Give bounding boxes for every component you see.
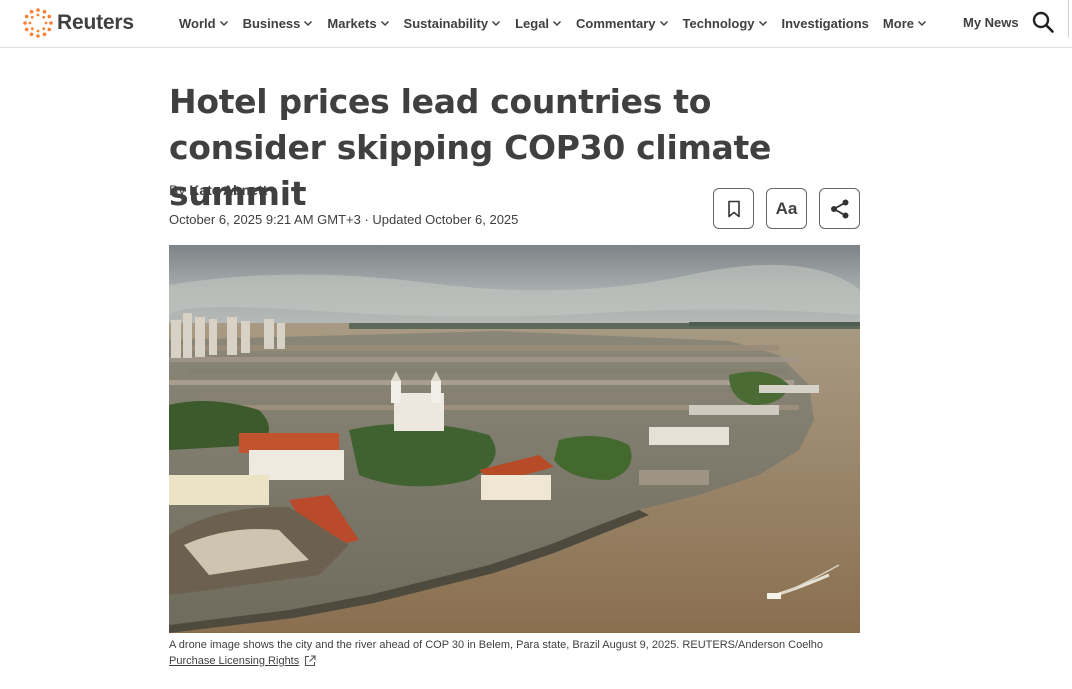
nav-world[interactable]: World (179, 16, 229, 31)
purchase-licensing-link[interactable]: Purchase Licensing Rights (169, 655, 316, 667)
nav-more[interactable]: More (883, 16, 927, 31)
nav-markets[interactable]: Markets (327, 16, 389, 31)
main-nav: World Business Markets Sustainability Le… (179, 0, 941, 46)
nav-label: Sustainability (403, 15, 489, 31)
brand-name: Reuters (57, 11, 134, 34)
site-header: Reuters World Business Markets Sustainab… (0, 0, 1072, 48)
nav-label: Markets (327, 15, 377, 31)
bookmark-icon (727, 200, 740, 217)
license-label: Purchase Licensing Rights (169, 655, 300, 667)
search-icon[interactable] (1031, 10, 1055, 34)
byline: By Kate Abnett (169, 182, 267, 198)
text-size-button[interactable]: Aa (766, 188, 807, 229)
nav-investigations[interactable]: Investigations (782, 16, 869, 31)
chevron-down-icon (380, 20, 389, 27)
header-divider (1068, 0, 1069, 38)
bookmark-button[interactable] (713, 188, 754, 229)
reuters-logo-icon (23, 8, 53, 38)
author-link[interactable]: Kate Abnett (189, 182, 267, 198)
chevron-down-icon (304, 20, 313, 27)
nav-commentary[interactable]: Commentary (576, 16, 668, 31)
article-image[interactable] (169, 245, 860, 633)
chevron-down-icon (758, 20, 767, 27)
chevron-down-icon (659, 20, 668, 27)
chevron-down-icon (219, 20, 228, 27)
dateline: October 6, 2025 9:21 AM GMT+3 · Updated … (169, 212, 519, 227)
external-link-icon (305, 655, 316, 667)
nav-label: World (179, 15, 216, 31)
byline-prefix: By (169, 182, 186, 198)
nav-label: More (882, 15, 914, 31)
nav-label: Business (242, 15, 301, 31)
nav-technology[interactable]: Technology (683, 16, 768, 31)
belem-aerial-photo (169, 245, 860, 633)
nav-label: Technology (682, 15, 755, 31)
nav-sustainability[interactable]: Sustainability (404, 16, 502, 31)
share-icon (830, 199, 848, 218)
nav-label: Legal (515, 15, 550, 31)
nav-legal[interactable]: Legal (515, 16, 562, 31)
chevron-down-icon (917, 20, 927, 27)
image-caption: A drone image shows the city and the riv… (169, 639, 824, 651)
nav-business[interactable]: Business (243, 16, 314, 31)
text-size-label: Aa (775, 198, 798, 218)
nav-label: Commentary (576, 15, 656, 31)
my-news-link[interactable]: My News (963, 15, 1019, 30)
chevron-down-icon (553, 20, 562, 27)
reuters-logo[interactable]: Reuters (22, 7, 134, 39)
article-headline: Hotel prices lead countries to consider … (169, 82, 772, 213)
chevron-down-icon (492, 20, 501, 27)
share-button[interactable] (819, 188, 860, 229)
nav-label: Investigations (781, 15, 869, 31)
